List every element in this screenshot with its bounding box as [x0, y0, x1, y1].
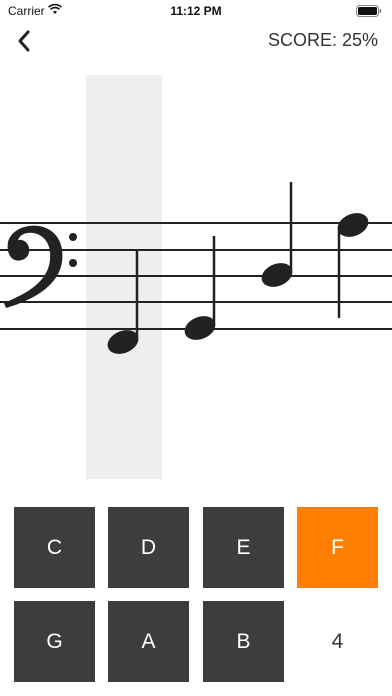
note-2: [184, 236, 216, 340]
bass-clef-icon: [4, 225, 77, 308]
status-bar: Carrier 11:12 PM: [0, 0, 392, 22]
remaining-count: 4: [331, 629, 344, 653]
score-label: SCORE: 25%: [267, 30, 378, 50]
key-d[interactable]: D: [108, 507, 189, 588]
staff-lines: [0, 222, 392, 330]
key-a[interactable]: A: [108, 601, 189, 682]
clock-label: 11:12 PM: [170, 4, 222, 18]
chevron-left-icon: [18, 30, 30, 52]
music-staff: [0, 70, 392, 485]
battery-icon: [356, 5, 382, 20]
key-b[interactable]: B: [203, 601, 284, 682]
key-c[interactable]: C: [14, 507, 95, 588]
note-3: [261, 182, 293, 287]
key-g[interactable]: G: [14, 601, 95, 682]
key-e[interactable]: E: [203, 507, 284, 588]
key-f[interactable]: F: [297, 507, 378, 588]
back-button[interactable]: [10, 26, 38, 56]
